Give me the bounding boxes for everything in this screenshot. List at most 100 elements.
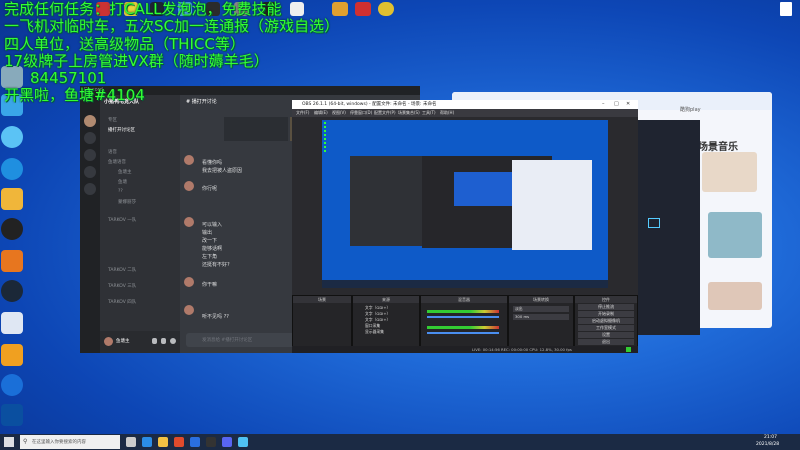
menu-view[interactable]: 视图(V) — [332, 110, 346, 116]
menu-dock[interactable]: 停靠窗口(D) — [350, 110, 372, 116]
channel-item[interactable]: 专区 — [108, 117, 117, 123]
app-icon[interactable] — [1, 250, 23, 272]
channel-item[interactable]: TARKOV 四队 — [108, 299, 136, 305]
dock-title: 混音器 — [421, 296, 507, 303]
app-icon[interactable] — [1, 188, 23, 210]
source-item[interactable]: 显示器采集 — [365, 329, 384, 335]
app-icon[interactable] — [238, 437, 248, 447]
download-icon[interactable] — [84, 183, 96, 195]
avatar[interactable] — [184, 155, 194, 165]
gear-icon[interactable] — [170, 338, 176, 344]
channel-item[interactable]: TARKOV 二队 — [108, 267, 136, 273]
volume-slider[interactable] — [427, 332, 499, 334]
obs-menubar: 文件(F) 编辑(E) 视图(V) 停靠窗口(D) 配置文件(P) 场景集合(S… — [292, 109, 638, 117]
discord-channel-list: 小猪鸭电竞大队 专区 播打开讨论区 语音 鱼塘语音 鱼塘主 鱼塘 ?? 蒙娜丽莎… — [100, 95, 180, 353]
exit-button[interactable]: 退出 — [578, 339, 634, 345]
start-icon[interactable] — [4, 437, 14, 447]
chat-icon[interactable] — [1, 312, 23, 334]
menu-profile[interactable]: 配置文件(P) — [374, 110, 396, 116]
overlay-line: 四人单位，送高级物品（THICC等） — [4, 35, 245, 53]
clock-time[interactable]: 21:07 — [764, 435, 777, 440]
music-thumb[interactable] — [708, 212, 762, 258]
explorer-icon[interactable] — [158, 437, 168, 447]
settings-icon[interactable] — [1, 404, 23, 426]
transition-select[interactable]: 淡出 — [513, 306, 569, 312]
message-text: 你干嘛 — [202, 282, 218, 288]
music-logo: 酷狗play — [680, 107, 701, 113]
sources-dock: 来源 文字（GDI+） 文字（GDI+） 文字（GDI+） 窗口采集 显示器采集 — [352, 295, 420, 347]
server-icon[interactable] — [84, 115, 96, 127]
dock-title: 场景转换 — [509, 296, 573, 303]
obs-icon[interactable] — [206, 437, 216, 447]
discord-icon[interactable] — [222, 437, 232, 447]
game-icon[interactable] — [378, 2, 394, 16]
voice-member: 鱼塘 — [118, 180, 127, 185]
message-text: 还挺有不好? — [202, 262, 230, 268]
mic-icon[interactable] — [152, 338, 157, 344]
voice-member: 鱼塘主 — [118, 170, 132, 175]
music-sidebar-panel — [630, 120, 700, 335]
duration-input[interactable]: 300 ms — [513, 314, 569, 320]
menu-scene-collection[interactable]: 场景集合(S) — [398, 110, 420, 116]
dock-title: 控件 — [575, 296, 637, 303]
avatar[interactable] — [184, 277, 194, 287]
message-text: 你行呢 — [202, 186, 218, 192]
file-icon[interactable] — [780, 2, 792, 16]
maximize-button[interactable]: □ — [614, 101, 619, 107]
preview-obs-inner — [454, 172, 514, 206]
explore-icon[interactable] — [84, 166, 96, 178]
obs-window[interactable]: OBS 26.1.1 (64-bit, windows) - 配置文件: 未命名… — [292, 100, 638, 353]
app-icon[interactable] — [290, 2, 304, 16]
dock-title: 来源 — [353, 296, 419, 303]
voice-member: 蒙娜丽莎 — [118, 200, 136, 205]
clock-date[interactable]: 2021/8/28 — [756, 442, 779, 447]
channel-item[interactable]: TARKOV 一队 — [108, 217, 136, 223]
channel-item[interactable]: 语音 — [108, 149, 117, 155]
steam-icon[interactable] — [1, 280, 23, 302]
headphone-icon[interactable] — [161, 338, 166, 344]
minimize-button[interactable]: – — [602, 101, 605, 107]
virtual-camera-button[interactable]: 启动虚拟摄像机 — [578, 318, 634, 324]
cloud-icon[interactable] — [1, 126, 23, 148]
task-view-icon[interactable] — [126, 437, 136, 447]
studio-mode-button[interactable]: 工作室模式 — [578, 325, 634, 331]
help-icon[interactable] — [1, 344, 23, 366]
avatar[interactable] — [184, 217, 194, 227]
game-icon[interactable] — [355, 2, 371, 16]
channel-item[interactable]: TARKOV 三队 — [108, 283, 136, 289]
stop-streaming-button[interactable]: 停止推流 — [578, 304, 634, 310]
k-icon[interactable] — [1, 374, 23, 396]
add-server-icon[interactable] — [84, 149, 96, 161]
avatar[interactable] — [184, 181, 194, 191]
menu-help[interactable]: 帮助(H) — [440, 110, 454, 116]
music-card[interactable] — [702, 152, 757, 192]
discord-server-list — [80, 95, 100, 353]
server-icon[interactable] — [84, 132, 96, 144]
avatar[interactable] — [184, 305, 194, 315]
voice-member: ?? — [118, 189, 123, 194]
menu-edit[interactable]: 编辑(E) — [314, 110, 328, 116]
menu-tools[interactable]: 工具(T) — [422, 110, 436, 116]
app-icon[interactable] — [190, 437, 200, 447]
obs-preview[interactable] — [322, 120, 608, 288]
game-icon[interactable] — [332, 2, 348, 16]
channel-item[interactable]: 播打开讨论区 — [108, 127, 135, 133]
ie-icon[interactable] — [1, 158, 23, 180]
search-box[interactable]: ⚲ 在这里输入你要搜索的内容 — [20, 435, 120, 449]
music-thumb[interactable] — [708, 282, 762, 310]
user-panel: 鱼塘主 — [100, 331, 180, 353]
mixer-dock: 混音器 — [420, 295, 508, 347]
edge-icon[interactable] — [142, 437, 152, 447]
settings-button[interactable]: 设置 — [578, 332, 634, 338]
status-text: LIVE: 00:14:56 REC: 00:00:00 CPU: 12.8%,… — [472, 347, 572, 352]
start-recording-button[interactable]: 开始录制 — [578, 311, 634, 317]
app-icon[interactable] — [174, 437, 184, 447]
menu-file[interactable]: 文件(F) — [296, 110, 309, 116]
message-text: 左下角 — [202, 254, 218, 260]
avatar[interactable] — [104, 337, 113, 346]
channel-item[interactable]: 鱼塘语音 — [108, 159, 126, 165]
qq-icon[interactable] — [1, 218, 23, 240]
volume-slider[interactable] — [427, 316, 499, 318]
close-button[interactable]: ✕ — [626, 101, 630, 107]
preview-discord — [350, 156, 422, 246]
